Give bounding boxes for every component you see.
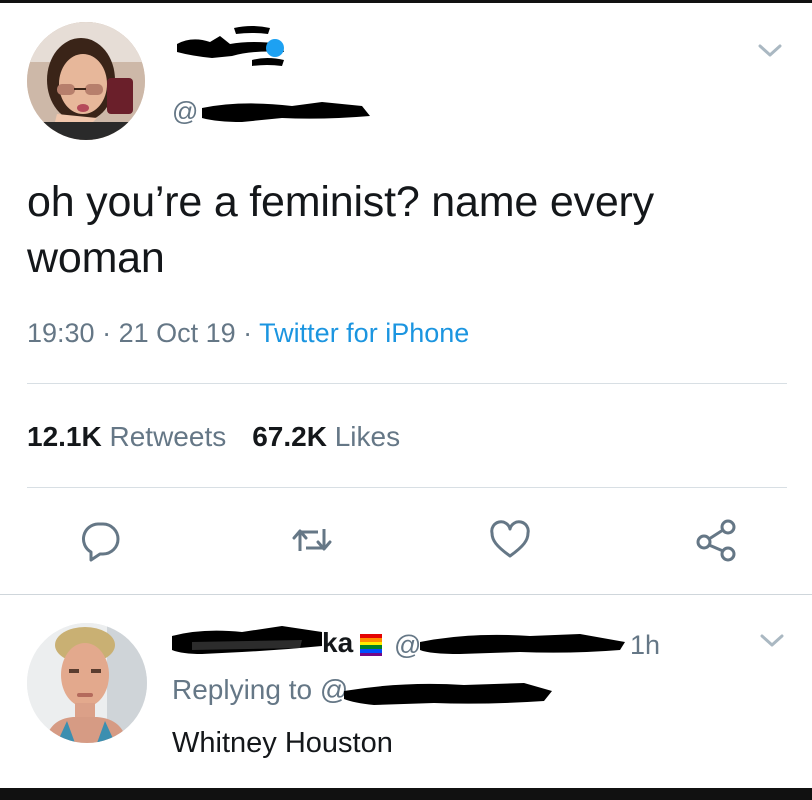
chevron-down-icon[interactable] (756, 40, 784, 60)
divider (27, 487, 787, 488)
reply-time[interactable]: 1h (630, 628, 660, 662)
author-avatar[interactable] (27, 22, 145, 140)
divider (0, 594, 812, 595)
redacted-handle (202, 102, 370, 122)
replying-to: Replying to @ (172, 671, 552, 709)
tweet-stats: 12.1K Retweets 67.2K Likes (27, 417, 400, 457)
divider (27, 383, 787, 384)
share-icon[interactable] (694, 518, 738, 562)
chevron-down-icon[interactable] (758, 630, 786, 650)
tweet-text: oh you’re a feminist? name every woman (27, 178, 654, 282)
likes-label: Likes (334, 421, 401, 452)
tweet-client-link[interactable]: Twitter for iPhone (259, 318, 469, 348)
reply-name-suffix: ka (322, 627, 354, 658)
retweets-stat[interactable]: 12.1K Retweets (27, 421, 226, 452)
tweet-time[interactable]: 19:30 (27, 318, 95, 348)
author-handle[interactable]: @ (172, 92, 392, 130)
reply-icon[interactable] (78, 518, 122, 562)
redacted-replied-handle (344, 683, 552, 705)
top-border (0, 0, 812, 3)
author-avatar-photo (27, 22, 145, 140)
tweet-date[interactable]: 21 Oct 19 (119, 318, 236, 348)
retweet-icon[interactable] (290, 518, 334, 562)
bottom-border (0, 788, 812, 800)
redacted-reply-handle (420, 634, 625, 654)
retweets-count: 12.1K (27, 421, 102, 452)
reply-handle-at: @ (394, 630, 422, 660)
likes-stat[interactable]: 67.2K Likes (252, 421, 400, 452)
reply-avatar-photo (27, 623, 147, 743)
tweet-meta: 19:30 · 21 Oct 19 · Twitter for iPhone (27, 318, 470, 348)
redacted-display-name (177, 26, 284, 66)
reply-text: Whitney Houston (172, 727, 393, 759)
handle-at: @ (172, 96, 199, 126)
replying-to-label[interactable]: Replying to @ (172, 674, 348, 705)
reply-author-avatar[interactable] (27, 623, 147, 743)
likes-count: 67.2K (252, 421, 327, 452)
rainbow-flag-icon (360, 634, 382, 656)
like-icon[interactable] (488, 518, 532, 562)
retweets-label: Retweets (109, 421, 227, 452)
